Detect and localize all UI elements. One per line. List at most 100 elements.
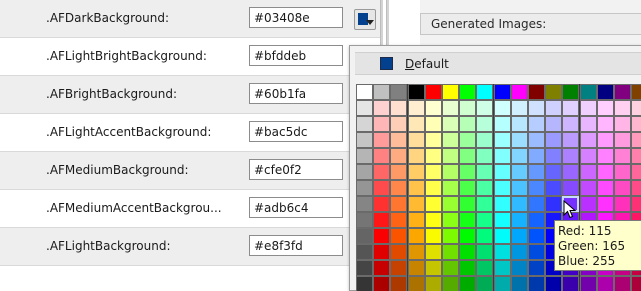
color-cell[interactable]: [407, 84, 425, 100]
color-cell[interactable]: [562, 84, 580, 100]
color-cell[interactable]: [407, 100, 425, 116]
color-value-field[interactable]: #bfddeb: [249, 45, 343, 66]
color-cell[interactable]: [579, 148, 597, 164]
color-cell[interactable]: [356, 196, 373, 212]
color-cell[interactable]: [545, 100, 563, 116]
color-cell[interactable]: [442, 148, 459, 164]
color-cell[interactable]: [459, 148, 477, 164]
color-cell[interactable]: [356, 260, 373, 276]
color-cell[interactable]: [493, 244, 511, 260]
color-cell[interactable]: [424, 276, 442, 291]
color-cell[interactable]: [596, 116, 614, 132]
color-cell[interactable]: [631, 180, 641, 196]
color-cell[interactable]: [424, 132, 442, 148]
color-cell[interactable]: [493, 132, 511, 148]
color-cell[interactable]: [562, 100, 580, 116]
color-cell[interactable]: [476, 260, 494, 276]
color-cell[interactable]: [407, 148, 425, 164]
color-cell[interactable]: [510, 276, 528, 291]
color-cell[interactable]: [459, 196, 477, 212]
color-cell[interactable]: [596, 276, 614, 291]
color-cell[interactable]: [442, 196, 459, 212]
color-cell[interactable]: [562, 116, 580, 132]
color-cell[interactable]: [493, 148, 511, 164]
color-cell[interactable]: [424, 148, 442, 164]
color-cell[interactable]: [493, 84, 511, 100]
color-cell[interactable]: [407, 132, 425, 148]
color-cell[interactable]: [424, 260, 442, 276]
color-cell[interactable]: [528, 276, 545, 291]
color-cell[interactable]: [596, 164, 614, 180]
color-cell[interactable]: [528, 244, 545, 260]
color-cell[interactable]: [459, 212, 477, 228]
color-cell[interactable]: [407, 260, 425, 276]
color-cell[interactable]: [579, 276, 597, 291]
color-cell[interactable]: [476, 180, 494, 196]
color-cell[interactable]: [442, 164, 459, 180]
color-cell[interactable]: [373, 276, 391, 291]
color-cell[interactable]: [442, 212, 459, 228]
color-cell[interactable]: [528, 260, 545, 276]
color-cell[interactable]: [614, 116, 631, 132]
color-cell[interactable]: [424, 244, 442, 260]
color-cell[interactable]: [356, 116, 373, 132]
color-cell[interactable]: [510, 148, 528, 164]
color-cell[interactable]: [459, 228, 477, 244]
color-value-field[interactable]: #cfe0f2: [249, 159, 343, 180]
color-cell[interactable]: [510, 100, 528, 116]
color-cell[interactable]: [424, 164, 442, 180]
color-cell[interactable]: [356, 212, 373, 228]
color-cell[interactable]: [510, 164, 528, 180]
color-cell[interactable]: [390, 148, 408, 164]
color-cell[interactable]: [407, 244, 425, 260]
color-cell[interactable]: [476, 132, 494, 148]
color-cell[interactable]: [545, 132, 563, 148]
color-cell[interactable]: [459, 260, 477, 276]
color-cell[interactable]: [596, 84, 614, 100]
color-cell[interactable]: [356, 164, 373, 180]
color-cell[interactable]: [631, 116, 641, 132]
color-cell[interactable]: [442, 228, 459, 244]
color-picker-button[interactable]: [354, 9, 376, 30]
color-cell[interactable]: [476, 84, 494, 100]
color-cell[interactable]: [356, 244, 373, 260]
color-cell[interactable]: [510, 244, 528, 260]
color-cell[interactable]: [373, 116, 391, 132]
color-cell[interactable]: [493, 228, 511, 244]
color-value-field[interactable]: #e8f3fd: [249, 235, 343, 256]
color-cell[interactable]: [390, 196, 408, 212]
color-cell[interactable]: [545, 276, 563, 291]
color-cell[interactable]: [545, 196, 563, 212]
color-cell[interactable]: [356, 276, 373, 291]
color-cell[interactable]: [459, 180, 477, 196]
color-cell[interactable]: [562, 180, 580, 196]
color-cell[interactable]: [510, 196, 528, 212]
color-cell[interactable]: [459, 244, 477, 260]
color-cell[interactable]: [579, 196, 597, 212]
color-cell[interactable]: [528, 196, 545, 212]
color-cell[interactable]: [356, 228, 373, 244]
color-cell[interactable]: [528, 212, 545, 228]
color-cell[interactable]: [373, 260, 391, 276]
color-cell[interactable]: [528, 148, 545, 164]
color-cell[interactable]: [459, 132, 477, 148]
color-cell[interactable]: [476, 100, 494, 116]
color-cell[interactable]: [528, 100, 545, 116]
color-cell[interactable]: [390, 132, 408, 148]
color-cell[interactable]: [476, 244, 494, 260]
color-cell[interactable]: [390, 212, 408, 228]
color-cell[interactable]: [562, 132, 580, 148]
color-cell[interactable]: [596, 132, 614, 148]
color-cell[interactable]: [390, 164, 408, 180]
color-cell[interactable]: [614, 196, 631, 212]
color-cell[interactable]: [545, 148, 563, 164]
color-cell[interactable]: [545, 180, 563, 196]
color-cell[interactable]: [631, 148, 641, 164]
color-cell[interactable]: [614, 276, 631, 291]
color-cell[interactable]: [631, 164, 641, 180]
color-cell[interactable]: [476, 164, 494, 180]
color-cell[interactable]: [528, 116, 545, 132]
color-cell[interactable]: [493, 100, 511, 116]
color-cell[interactable]: [545, 84, 563, 100]
color-cell[interactable]: [579, 100, 597, 116]
